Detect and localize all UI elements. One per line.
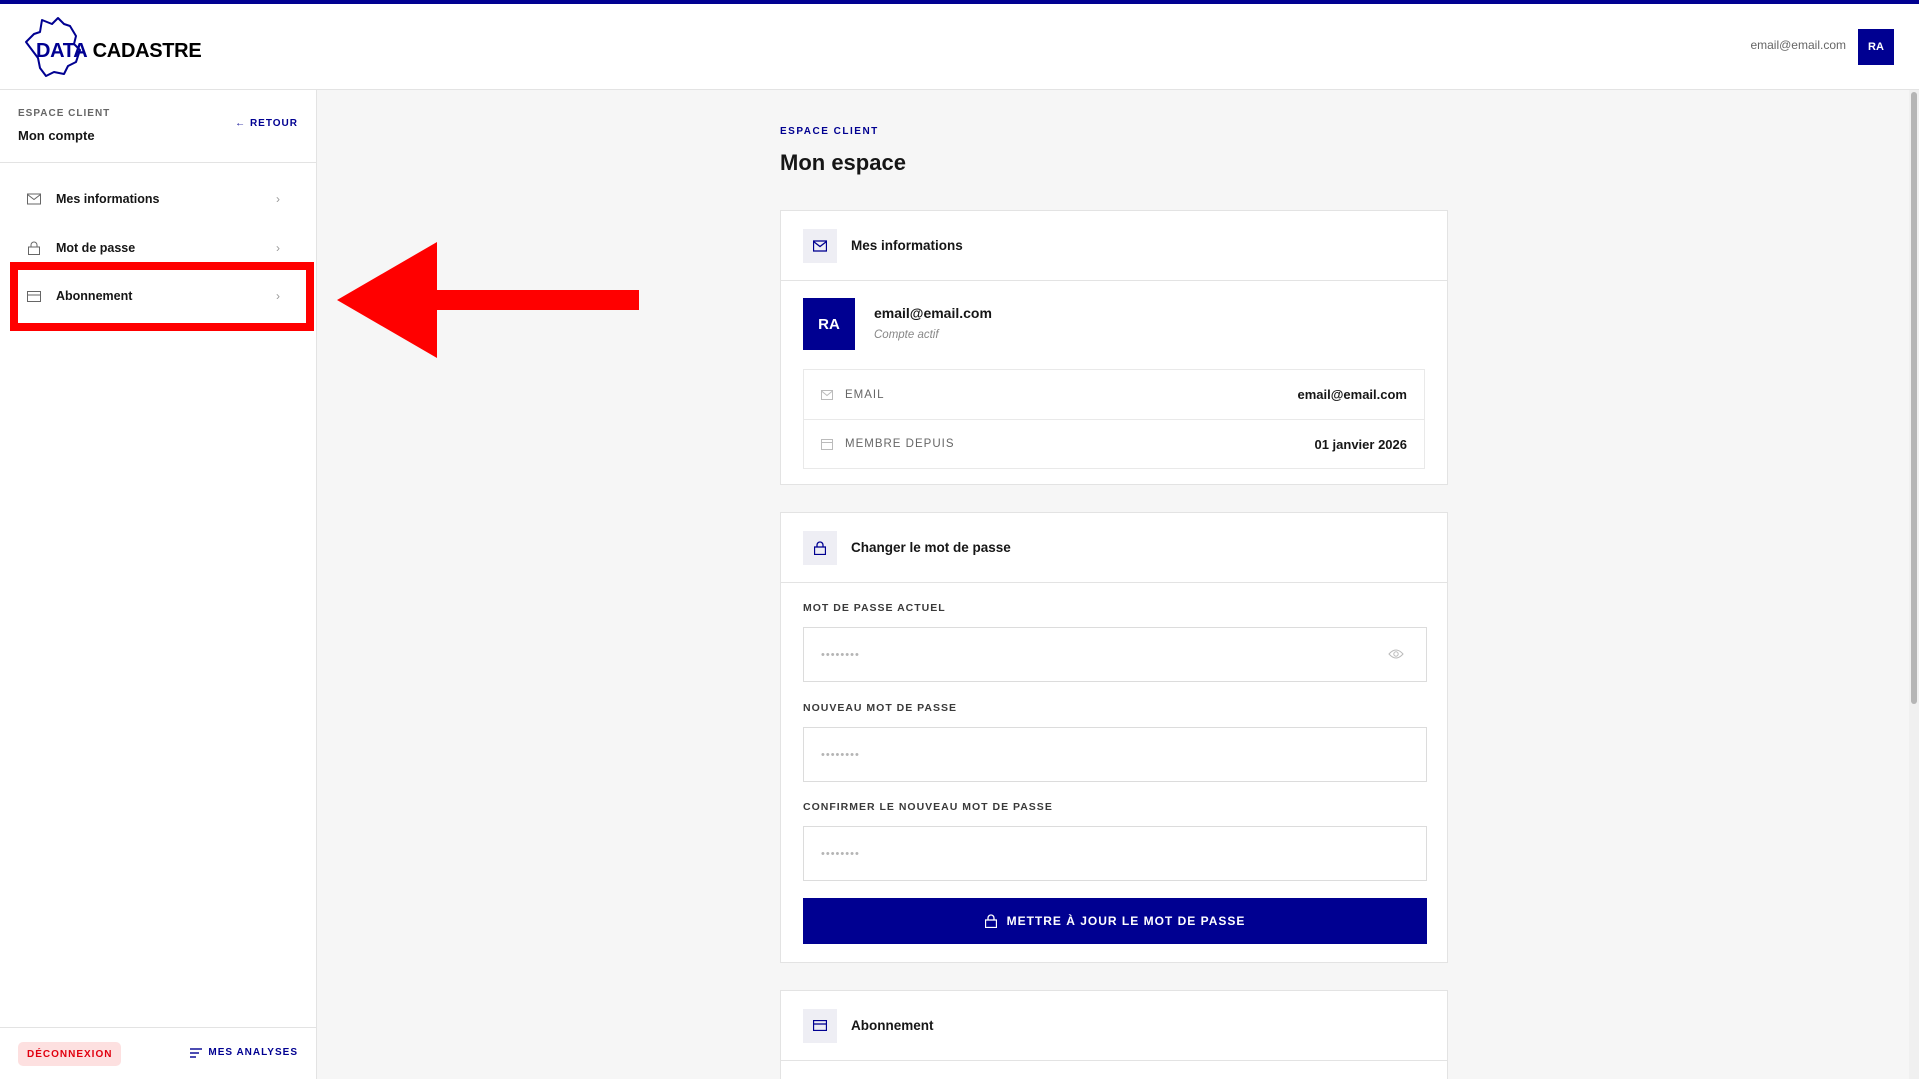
sidebar-item-label: Mes informations bbox=[56, 192, 160, 206]
table-row: MEMBRE DEPUIS 01 janvier 2026 bbox=[804, 419, 1424, 468]
info-card-header: Mes informations bbox=[781, 211, 1447, 281]
page-eyebrow: ESPACE CLIENT bbox=[780, 126, 879, 137]
sidebar-footer: DÉCONNEXION MES ANALYSES bbox=[0, 1027, 316, 1079]
card-icon bbox=[803, 1008, 837, 1043]
user-avatar[interactable]: RA bbox=[1858, 29, 1894, 65]
logo-text: DATA CADASTRE bbox=[36, 40, 202, 62]
main-content: ESPACE CLIENT Mon espace Mes information… bbox=[318, 90, 1909, 1079]
highlight-box bbox=[10, 262, 314, 331]
sidebar-eyebrow: ESPACE CLIENT bbox=[18, 108, 111, 119]
sidebar-header: ESPACE CLIENT Mon compte ← RETOUR bbox=[0, 90, 316, 163]
account-status: Compte actif bbox=[874, 329, 939, 341]
lock-icon bbox=[984, 914, 997, 928]
row-key: EMAIL bbox=[845, 388, 885, 401]
current-password-label: MOT DE PASSE ACTUEL bbox=[803, 602, 946, 614]
current-password-field[interactable] bbox=[803, 627, 1427, 682]
current-password-input[interactable] bbox=[821, 648, 1409, 661]
subscription-card: Abonnement bbox=[780, 990, 1448, 1079]
update-password-label: METTRE À JOUR LE MOT DE PASSE bbox=[1006, 914, 1246, 928]
profile-email: email@email.com bbox=[874, 305, 992, 321]
chevron-right-icon: › bbox=[276, 241, 280, 255]
row-key: MEMBRE DEPUIS bbox=[845, 438, 955, 450]
eye-icon[interactable] bbox=[1388, 648, 1404, 660]
subscription-card-title: Abonnement bbox=[851, 1018, 934, 1033]
confirm-password-field[interactable] bbox=[803, 826, 1427, 881]
list-filter-icon bbox=[190, 1047, 203, 1058]
back-link[interactable]: ← RETOUR bbox=[235, 118, 298, 129]
password-card: Changer le mot de passe MOT DE PASSE ACT… bbox=[780, 512, 1448, 963]
logout-button[interactable]: DÉCONNEXION bbox=[18, 1042, 122, 1066]
table-row: EMAIL email@email.com bbox=[804, 370, 1424, 419]
subscription-card-header: Abonnement bbox=[781, 991, 1447, 1061]
update-password-button[interactable]: METTRE À JOUR LE MOT DE PASSE bbox=[803, 898, 1427, 944]
new-password-label: NOUVEAU MOT DE PASSE bbox=[803, 702, 957, 714]
sidebar-item-mes-informations[interactable]: Mes informations › bbox=[18, 179, 298, 219]
chevron-right-icon: › bbox=[276, 192, 280, 206]
row-value: email@email.com bbox=[1297, 387, 1407, 402]
info-card: Mes informations RA email@email.com Comp… bbox=[780, 210, 1448, 485]
sidebar: ESPACE CLIENT Mon compte ← RETOUR Mes in… bbox=[0, 90, 317, 1079]
scrollbar-thumb[interactable] bbox=[1911, 92, 1917, 704]
sidebar-item-label: Mot de passe bbox=[56, 241, 136, 255]
lock-icon bbox=[26, 240, 42, 256]
mail-icon bbox=[803, 228, 837, 263]
app-header: DATA CADASTRE email@email.com RA bbox=[0, 4, 1919, 90]
mes-analyses-label: MES ANALYSES bbox=[208, 1047, 298, 1058]
profile-summary: RA email@email.com Compte actif bbox=[781, 281, 1447, 369]
confirm-password-label: CONFIRMER LE NOUVEAU MOT DE PASSE bbox=[803, 801, 1053, 813]
lock-icon bbox=[803, 530, 837, 565]
password-card-title: Changer le mot de passe bbox=[851, 540, 1011, 555]
info-card-title: Mes informations bbox=[851, 238, 963, 253]
row-value: 01 janvier 2026 bbox=[1314, 436, 1407, 452]
info-table: EMAIL email@email.com MEMBRE DEPUIS 01 j… bbox=[803, 369, 1425, 469]
mail-icon bbox=[26, 191, 42, 207]
page-title: Mon espace bbox=[780, 150, 906, 175]
header-user-email: email@email.com bbox=[1750, 38, 1846, 52]
new-password-input[interactable] bbox=[821, 748, 1409, 761]
mes-analyses-link[interactable]: MES ANALYSES bbox=[190, 1047, 298, 1058]
avatar: RA bbox=[803, 298, 855, 350]
confirm-password-input[interactable] bbox=[821, 847, 1409, 860]
calendar-icon bbox=[821, 438, 835, 450]
datacadastre-logo[interactable]: DATA CADASTRE bbox=[24, 16, 202, 78]
password-card-header: Changer le mot de passe bbox=[781, 513, 1447, 583]
mail-icon bbox=[821, 389, 835, 400]
new-password-field[interactable] bbox=[803, 727, 1427, 782]
sidebar-title: Mon compte bbox=[18, 128, 95, 143]
